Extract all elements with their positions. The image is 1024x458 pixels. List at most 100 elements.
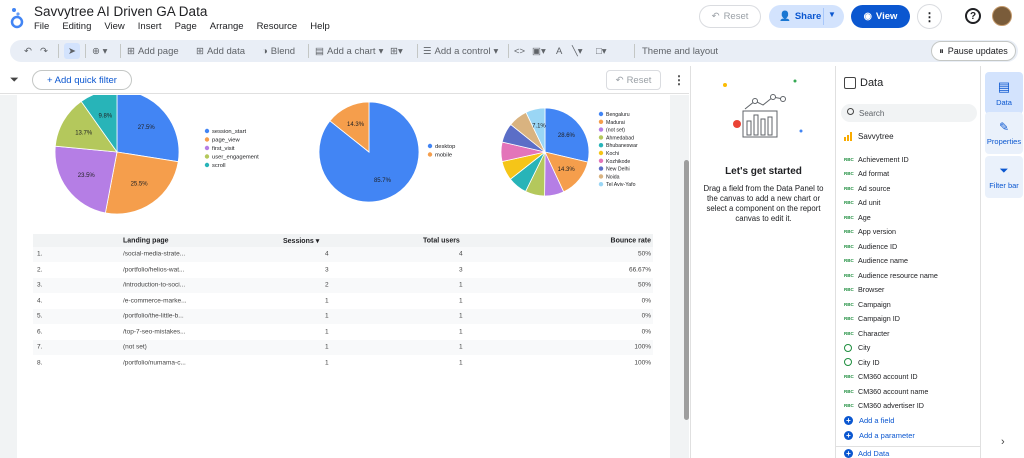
legend-label[interactable]: Ahmedabad (606, 135, 634, 141)
report-title[interactable]: Savvytree AI Driven GA Data (34, 4, 207, 19)
menu-view[interactable]: View (104, 21, 124, 32)
shape-icon[interactable]: □▾ (596, 43, 607, 59)
add-field-link[interactable]: + Add a field (844, 413, 976, 428)
legend-label[interactable]: Kozhikode (606, 159, 630, 165)
legend-label[interactable]: Bhubaneswar (606, 143, 638, 149)
col-sessions[interactable]: Sessions ▾ (283, 237, 319, 245)
more-options-icon[interactable]: ⋮ (917, 4, 942, 29)
field-item[interactable]: RBC Ad unit (844, 196, 976, 211)
field-item[interactable]: RBC Audience resource name (844, 268, 976, 283)
field-item[interactable]: RBC Browser (844, 283, 976, 298)
field-item[interactable]: City (844, 341, 976, 356)
table-row[interactable]: 2. /portfolio/helios-wat... 3 3 66.67% (33, 263, 653, 278)
field-item[interactable]: RBC Character (844, 326, 976, 341)
image-icon[interactable]: ▣▾ (532, 43, 546, 59)
legend-label[interactable]: (not set) (606, 128, 625, 134)
legend-label[interactable]: user_engagement (212, 155, 259, 161)
share-button[interactable]: 👤 Share ▼ (769, 5, 844, 28)
table-row[interactable]: 6. /top-7-seo-mistakes... 1 1 0% (33, 325, 653, 340)
field-item[interactable]: RBC Audience name (844, 254, 976, 269)
add-data-button[interactable]: ⊞ Add data (196, 43, 245, 59)
chevron-down-icon: ▾ (378, 45, 384, 57)
add-parameter-link[interactable]: + Add a parameter (844, 428, 976, 443)
legend-label[interactable]: scroll (212, 163, 226, 169)
legend-label[interactable]: Bengaluru (606, 112, 630, 118)
legend-label[interactable]: Noida (606, 174, 620, 180)
avatar[interactable] (992, 6, 1012, 26)
menu-help[interactable]: Help (310, 21, 330, 32)
table-row[interactable]: 8. /portfolio/numama-c... 1 1 100% (33, 356, 653, 371)
legend-label[interactable]: Tel Aviv-Yafo (606, 182, 636, 188)
legend-label[interactable]: New Delhi (606, 167, 630, 173)
view-button[interactable]: ◉ View (851, 5, 910, 28)
field-item[interactable]: RBC Campaign (844, 297, 976, 312)
menu-page[interactable]: Page (175, 21, 197, 32)
line-icon[interactable]: ╲▾ (572, 43, 583, 59)
field-item[interactable]: RBC App version (844, 225, 976, 240)
menu-file[interactable]: File (34, 21, 49, 32)
add-quick-filter-button[interactable]: + Add quick filter (32, 70, 132, 90)
rail-properties-tab[interactable]: ✎ Properties (985, 112, 1023, 154)
add-data-link[interactable]: + Add Data (844, 449, 889, 458)
col-bounce-rate[interactable]: Bounce rate (611, 237, 651, 244)
theme-layout-button[interactable]: Theme and layout (642, 43, 718, 59)
add-page-button[interactable]: ⊞ Add page (127, 43, 179, 59)
data-source-item[interactable]: Savvytree (844, 132, 894, 141)
select-cursor-icon[interactable]: ➤ (64, 43, 80, 59)
legend-label[interactable]: desktop (435, 144, 455, 150)
legend-label[interactable]: Kochi (606, 151, 619, 157)
legend-label[interactable]: session_start (212, 129, 247, 135)
field-search-input[interactable]: Search (841, 104, 977, 122)
field-item[interactable]: RBC CM360 account name (844, 384, 976, 399)
table-row[interactable]: 5. /portfolio/the-little-b... 1 1 0% (33, 309, 653, 325)
canvas-scrollbar[interactable] (684, 160, 689, 420)
field-item[interactable]: RBC Ad source (844, 181, 976, 196)
cell-sessions: 2 (325, 281, 329, 289)
embed-code-icon[interactable]: <> (514, 43, 525, 59)
legend-label[interactable]: first_visit (212, 146, 235, 152)
col-total-users[interactable]: Total users (423, 237, 460, 244)
landing-page-table[interactable]: Landing page Sessions ▾ Total users Boun… (33, 234, 653, 371)
table-row[interactable]: 3. /introduction-to-soci... 2 1 50% (33, 278, 653, 294)
menu-editing[interactable]: Editing (62, 21, 91, 32)
legend-label[interactable]: mobile (435, 153, 452, 159)
col-landing-page[interactable]: Landing page (123, 237, 169, 244)
menu-insert[interactable]: Insert (138, 21, 162, 32)
zoom-icon[interactable]: ⊕ ▾ (92, 43, 107, 59)
add-control-button[interactable]: ☰ Add a control ▾ (423, 43, 498, 59)
field-item[interactable]: RBC Achievement ID (844, 152, 976, 167)
field-item[interactable]: City ID (844, 355, 976, 370)
chevron-right-icon[interactable]: › (1001, 436, 1005, 448)
more-options-icon[interactable]: ⋮ (673, 73, 685, 87)
undo-icon[interactable]: ↶ (24, 43, 32, 59)
legend-label[interactable]: page_view (212, 138, 241, 144)
report-page[interactable]: 27.5% 25.5% 23.5% 13.7% 9.8% session_start pag… (17, 95, 670, 458)
table-row[interactable]: 7. (not set) 1 1 100% (33, 340, 653, 356)
community-viz-icon[interactable]: ⊞▾ (390, 43, 403, 59)
text-icon[interactable]: A (556, 43, 562, 59)
field-item[interactable]: RBC CM360 advertiser ID (844, 399, 976, 414)
blend-button[interactable]: ◑ Blend (262, 43, 295, 59)
field-name: CM360 advertiser ID (858, 401, 924, 411)
table-row[interactable]: 1. /social-media-strate... 4 4 50% (33, 247, 653, 263)
share-dropdown-icon[interactable]: ▼ (828, 10, 836, 19)
legend-label[interactable]: Madurai (606, 120, 625, 126)
rail-data-tab[interactable]: ▤ Data (985, 72, 1023, 114)
add-chart-button[interactable]: ▤ Add a chart ▾ (315, 43, 383, 59)
filter-icon[interactable]: ⏷ (10, 74, 19, 87)
field-item[interactable]: RBC Audience ID (844, 239, 976, 254)
redo-icon[interactable]: ↷ (40, 43, 48, 59)
menu-arrange[interactable]: Arrange (210, 21, 244, 32)
menu-resource[interactable]: Resource (257, 21, 298, 32)
field-item[interactable]: RBC Ad format (844, 167, 976, 182)
rail-filter-bar-tab[interactable]: ⏷ Filter bar (985, 156, 1023, 198)
reset-button[interactable]: ↶ Reset (699, 5, 761, 28)
help-icon[interactable]: ? (965, 8, 981, 24)
filter-reset-button[interactable]: ↶ Reset (606, 70, 661, 90)
pause-updates-button[interactable]: ⏸ Pause updates (931, 41, 1016, 61)
table-row[interactable]: 4. /e-commerce-marke... 1 1 0% (33, 294, 653, 309)
field-item[interactable]: RBC Age (844, 210, 976, 225)
field-item[interactable]: RBC Campaign ID (844, 312, 976, 327)
data-panel-title: Data (860, 77, 884, 89)
field-item[interactable]: RBC CM360 account ID (844, 370, 976, 385)
